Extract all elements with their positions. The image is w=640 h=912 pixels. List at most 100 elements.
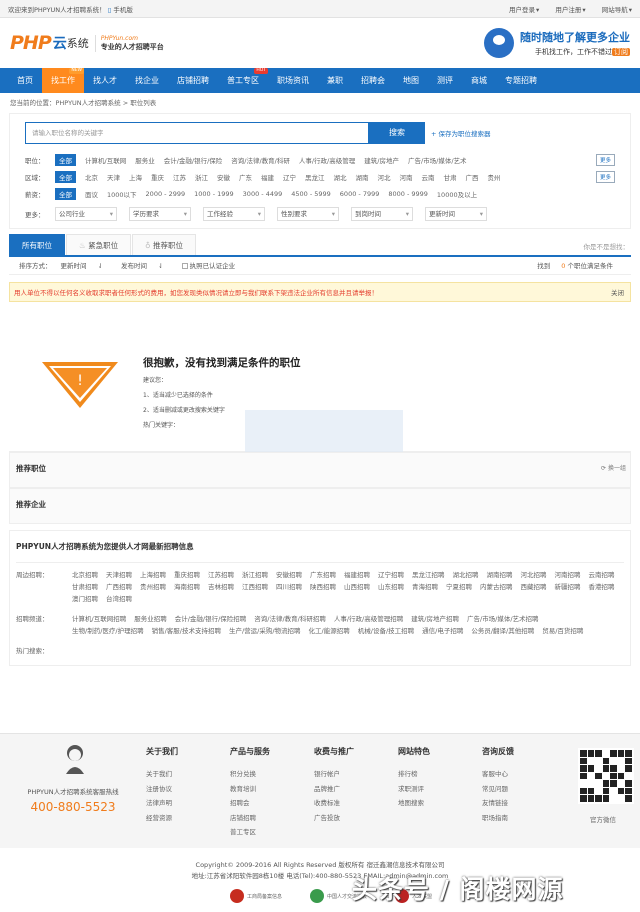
filter-salary-option[interactable]: 全部 [55, 187, 76, 200]
seo-link[interactable]: 新疆招聘 [555, 581, 581, 593]
filter-area-option[interactable]: 河北 [378, 172, 391, 182]
seo-link[interactable]: 江西招聘 [242, 581, 268, 593]
seo-link[interactable]: 云南招聘 [589, 569, 615, 581]
filter-more-select[interactable]: 学历要求 [129, 206, 191, 221]
filter-area-more-button[interactable]: 更多 [595, 171, 615, 183]
filter-area-option[interactable]: 甘肃 [444, 172, 457, 182]
filter-area-option[interactable]: 贵州 [488, 172, 501, 182]
filter-job-option[interactable]: 建筑/房地产 [364, 155, 399, 165]
filter-job-option[interactable]: 计算机/互联网 [85, 155, 126, 165]
seo-link[interactable]: 重庆招聘 [174, 569, 200, 581]
nav-item-0[interactable]: 首页 [8, 68, 42, 93]
filter-more-select[interactable]: 性别要求 [277, 206, 339, 221]
footer-link[interactable]: 教育培训 [230, 782, 300, 797]
filter-job-option[interactable]: 人事/行政/高级管理 [299, 155, 355, 165]
filter-area-option[interactable]: 湖南 [356, 172, 369, 182]
seo-link[interactable]: 吉林招聘 [208, 581, 234, 593]
nav-item-4[interactable]: 店铺招聘 [168, 68, 218, 93]
seo-link[interactable]: 河北招聘 [521, 569, 547, 581]
filter-salary-option[interactable]: 3000 - 4499 [243, 190, 283, 198]
checkbox-icon[interactable] [181, 263, 188, 269]
filter-more-select[interactable]: 公司行业 [55, 206, 117, 221]
seo-link[interactable]: 生产/营运/采购/物流招聘 [229, 625, 301, 637]
filter-salary-option[interactable]: 1000 - 1999 [194, 190, 234, 198]
notice-close-button[interactable]: 关闭 [611, 283, 624, 303]
seo-link[interactable]: 海南招聘 [174, 581, 200, 593]
filter-area-option[interactable]: 广西 [466, 172, 479, 182]
seo-link[interactable]: 贸易/百货招聘 [542, 625, 583, 637]
seo-link[interactable]: 黑龙江招聘 [412, 569, 445, 581]
seo-link[interactable]: 人事/行政/高级管理招聘 [334, 613, 403, 625]
seo-link[interactable]: 湖南招聘 [487, 569, 513, 581]
seo-link[interactable]: 上海招聘 [140, 569, 166, 581]
filter-area-option[interactable]: 上海 [129, 172, 142, 182]
filter-salary-option[interactable]: 10000及以上 [437, 189, 477, 199]
seo-link[interactable]: 广西招聘 [106, 581, 132, 593]
footer-link[interactable]: 注册协议 [146, 782, 216, 797]
nav-item-7[interactable]: 兼职 [318, 68, 352, 93]
seo-link[interactable]: 福建招聘 [344, 569, 370, 581]
seo-link[interactable]: 澳门招聘 [72, 593, 98, 605]
filter-job-option[interactable]: 咨询/法律/教育/科研 [231, 155, 290, 165]
filter-job-option[interactable]: 广告/市场/媒体/艺术 [408, 155, 467, 165]
filter-area-option[interactable]: 浙江 [195, 172, 208, 182]
login-link[interactable]: 用户登录 [509, 6, 535, 14]
seo-link[interactable]: 内蒙古招聘 [480, 581, 513, 593]
tab-all-jobs[interactable]: 所有职位 [9, 234, 65, 255]
filter-area-option[interactable]: 云南 [422, 172, 435, 182]
footer-link[interactable]: 普工专区 [230, 825, 300, 840]
seo-link[interactable]: 河南招聘 [555, 569, 581, 581]
seo-link[interactable]: 青海招聘 [412, 581, 438, 593]
footer-link[interactable]: 广告投放 [314, 811, 384, 826]
cert-filter[interactable]: 执照已认证企业 [181, 257, 245, 274]
seo-link[interactable]: 西藏招聘 [521, 581, 547, 593]
seo-link[interactable]: 机械/设备/技工招聘 [358, 625, 414, 637]
filter-area-option[interactable]: 河南 [400, 172, 413, 182]
footer-link[interactable]: 收费标准 [314, 796, 384, 811]
seo-link[interactable]: 咨询/法律/教育/科研招聘 [254, 613, 326, 625]
seo-link[interactable]: 湖北招聘 [453, 569, 479, 581]
footer-link[interactable]: 品牌推广 [314, 782, 384, 797]
nav-item-12[interactable]: 专题招聘 [496, 68, 546, 93]
seo-link[interactable]: 四川招聘 [276, 581, 302, 593]
seo-link[interactable]: 山东招聘 [378, 581, 404, 593]
filter-salary-option[interactable]: 6000 - 7999 [340, 190, 380, 198]
nav-item-10[interactable]: 测评 [428, 68, 462, 93]
seo-link[interactable]: 安徽招聘 [276, 569, 302, 581]
search-input[interactable]: 请输入职位名称的关键字 [25, 122, 369, 144]
nav-item-2[interactable]: 找人才 [84, 68, 126, 93]
footer-link[interactable]: 银行帐户 [314, 767, 384, 782]
filter-area-option[interactable]: 北京 [85, 172, 98, 182]
filter-job-option[interactable]: 会计/金融/银行/保险 [164, 155, 223, 165]
filter-job-option[interactable]: 服务业 [135, 155, 155, 165]
filter-more-select[interactable]: 工作经验 [203, 206, 265, 221]
sort-update[interactable]: 更新时间 ⇃ [61, 257, 113, 274]
tab-recommend-jobs[interactable]: ♁ 推荐职位 [132, 234, 196, 255]
nav-item-9[interactable]: 地图 [394, 68, 428, 93]
seo-link[interactable]: 香港招聘 [589, 581, 615, 593]
filter-area-option[interactable]: 江苏 [173, 172, 186, 182]
filter-area-option[interactable]: 辽宁 [283, 172, 296, 182]
footer-badge[interactable]: 工商局备案信息 [230, 889, 282, 903]
nav-item-1[interactable]: 找工作 NEW [42, 68, 84, 93]
seo-link[interactable]: 台湾招聘 [106, 593, 132, 605]
seo-link[interactable]: 贵州招聘 [140, 581, 166, 593]
filter-area-option[interactable]: 福建 [261, 172, 274, 182]
seo-link[interactable]: 计算机/互联网招聘 [72, 613, 126, 625]
seo-link[interactable]: 天津招聘 [106, 569, 132, 581]
filter-salary-option[interactable]: 4500 - 5999 [291, 190, 331, 198]
filter-area-option[interactable]: 黑龙江 [305, 172, 325, 182]
nav-item-8[interactable]: 招聘会 [352, 68, 394, 93]
footer-link[interactable]: 友情链接 [482, 796, 552, 811]
mobile-link[interactable]: 手机版 [113, 6, 133, 14]
seo-link[interactable]: 甘肃招聘 [72, 581, 98, 593]
seo-link[interactable]: 宁夏招聘 [446, 581, 472, 593]
footer-link[interactable]: 招聘会 [230, 796, 300, 811]
seo-link[interactable]: 辽宁招聘 [378, 569, 404, 581]
save-searcher-link[interactable]: + 保存为职位搜索器 [431, 128, 491, 138]
seo-link[interactable]: 公务员/翻译/其他招聘 [471, 625, 534, 637]
sort-publish[interactable]: 发布时间 ⇃ [121, 257, 173, 274]
seo-link[interactable]: 服务业招聘 [134, 613, 167, 625]
filter-more-select[interactable]: 到岗时间 [351, 206, 413, 221]
footer-link[interactable]: 客服中心 [482, 767, 552, 782]
